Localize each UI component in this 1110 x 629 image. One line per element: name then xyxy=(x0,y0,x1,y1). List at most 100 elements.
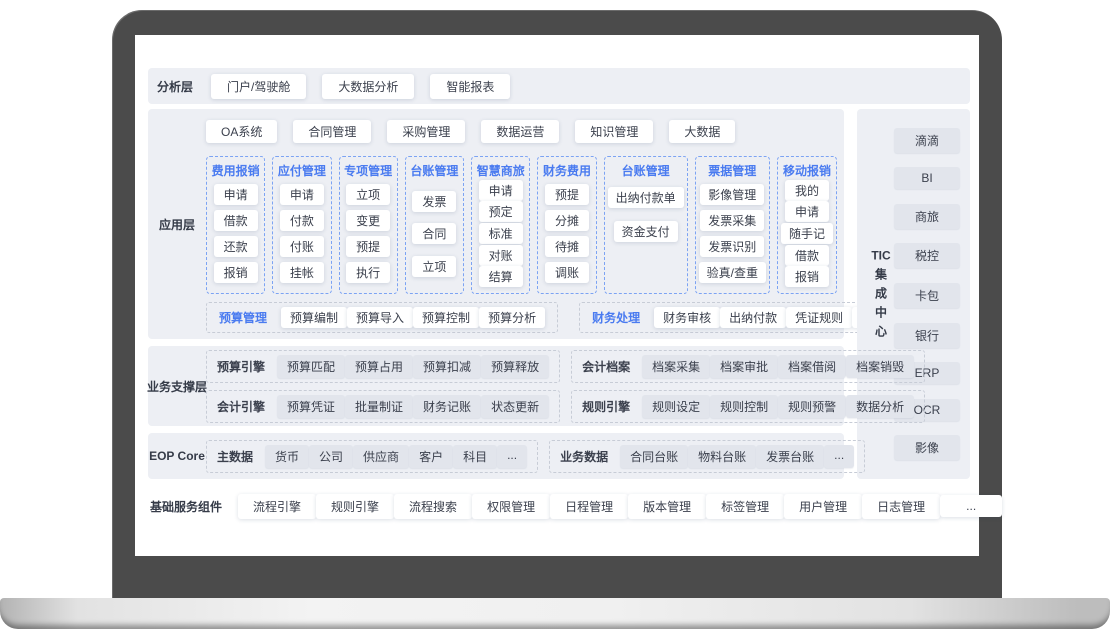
app-column-item-button[interactable]: 还款 xyxy=(214,236,258,257)
app-column-item-button[interactable]: 发票识别 xyxy=(700,236,764,257)
app-column-item-button[interactable]: 立项 xyxy=(412,256,456,277)
app-column-item-button[interactable]: 申请 xyxy=(214,184,258,205)
support-item-button[interactable]: 数据分析 xyxy=(846,395,914,418)
eop-group-title: 业务数据 xyxy=(560,448,608,465)
app-column-item-button[interactable]: 报销 xyxy=(785,266,829,287)
app-column-item-button[interactable]: 合同 xyxy=(412,223,456,244)
support-item-button[interactable]: 预算匹配 xyxy=(277,355,345,378)
app-column-item-button[interactable]: 执行 xyxy=(346,262,390,283)
eop-item-button[interactable]: 科目 xyxy=(453,445,497,468)
integration-item-button[interactable]: 卡包 xyxy=(894,283,960,308)
application-module-button[interactable]: 数据运营 xyxy=(481,120,559,143)
app-column-item-button[interactable]: 申请 xyxy=(479,180,523,201)
app-column-item-button[interactable]: 申请 xyxy=(280,184,324,205)
base-service-button[interactable]: 规则引擎 xyxy=(316,494,394,519)
support-item-button[interactable]: 规则设定 xyxy=(642,395,710,418)
support-item-button[interactable]: 档案审批 xyxy=(710,355,778,378)
app-column-item-button[interactable]: 验真/查重 xyxy=(699,262,766,283)
support-item-button[interactable]: 档案销毁 xyxy=(846,355,914,378)
eop-item-button[interactable]: 发票台账 xyxy=(756,445,824,468)
app-group-item-button[interactable]: 出纳付款 xyxy=(720,307,786,328)
app-column-item-button[interactable]: 预提 xyxy=(545,184,589,205)
app-group-item-button[interactable]: 预算导入 xyxy=(347,307,413,328)
support-item-button[interactable]: 预算释放 xyxy=(481,355,549,378)
app-column-item-button[interactable]: 借款 xyxy=(785,245,829,266)
application-module-button[interactable]: 采购管理 xyxy=(387,120,465,143)
app-column-item-button[interactable]: 资金支付 xyxy=(614,221,678,242)
app-column-item-button[interactable]: 发票采集 xyxy=(700,210,764,231)
app-column-item-button[interactable]: 待摊 xyxy=(545,236,589,257)
base-service-button[interactable]: 日志管理 xyxy=(862,494,940,519)
base-service-button[interactable]: ... xyxy=(940,495,1002,517)
support-item-button[interactable]: 档案借阅 xyxy=(778,355,846,378)
application-module-button[interactable]: 合同管理 xyxy=(293,120,371,143)
app-column-item-button[interactable]: 对账 xyxy=(479,245,523,266)
integration-item-button[interactable]: BI xyxy=(894,167,960,189)
app-column-item-button[interactable]: 出纳付款单 xyxy=(608,187,684,208)
support-item-button[interactable]: 批量制证 xyxy=(345,395,413,418)
app-column-item-button[interactable]: 付款 xyxy=(280,210,324,231)
base-service-button[interactable]: 用户管理 xyxy=(784,494,862,519)
application-module-button[interactable]: 大数据 xyxy=(669,120,735,143)
support-item-button[interactable]: 规则控制 xyxy=(710,395,778,418)
app-column-item-button[interactable]: 借款 xyxy=(214,210,258,231)
eop-item-button[interactable]: 公司 xyxy=(309,445,353,468)
app-column-item-button[interactable]: 预定 xyxy=(479,201,523,222)
support-item-button[interactable]: 状态更新 xyxy=(481,395,549,418)
app-column-item-button[interactable]: 结算 xyxy=(479,266,523,287)
app-column-item-button[interactable]: 随手记 xyxy=(781,223,833,244)
app-column-item-button[interactable]: 立项 xyxy=(346,184,390,205)
integration-item-button[interactable]: 税控 xyxy=(894,243,960,268)
app-group-item-button[interactable]: 预算分析 xyxy=(479,307,545,328)
app-group-item-button[interactable]: 凭证规则 xyxy=(786,307,852,328)
app-group-item-button[interactable]: 预算控制 xyxy=(413,307,479,328)
base-service-button[interactable]: 版本管理 xyxy=(628,494,706,519)
base-service-button[interactable]: 标签管理 xyxy=(706,494,784,519)
base-service-button[interactable]: 流程搜索 xyxy=(394,494,472,519)
app-column-item-button[interactable]: 我的 xyxy=(785,180,829,201)
app-group-item-button[interactable]: 财务审核 xyxy=(654,307,720,328)
application-module-button[interactable]: 知识管理 xyxy=(575,120,653,143)
application-module-button[interactable]: OA系统 xyxy=(206,120,277,143)
app-column-item-button[interactable]: 挂帐 xyxy=(280,262,324,283)
support-item-button[interactable]: 规则预警 xyxy=(778,395,846,418)
analysis-module-button[interactable]: 门户/驾驶舱 xyxy=(211,74,306,99)
integration-item-button[interactable]: 银行 xyxy=(894,323,960,348)
eop-core-label: EOP Core xyxy=(148,433,206,479)
eop-item-button[interactable]: 供应商 xyxy=(353,445,409,468)
support-item-button[interactable]: 预算凭证 xyxy=(277,395,345,418)
base-services-label: 基础服务组件 xyxy=(150,498,222,515)
app-column-item-button[interactable]: 预提 xyxy=(346,236,390,257)
integration-item-button[interactable]: 商旅 xyxy=(894,204,960,229)
support-item-button[interactable]: 财务记账 xyxy=(413,395,481,418)
integration-item-button[interactable]: 滴滴 xyxy=(894,128,960,153)
eop-item-button[interactable]: 客户 xyxy=(409,445,453,468)
app-group-item-button[interactable]: 预算编制 xyxy=(281,307,347,328)
analysis-module-button[interactable]: 大数据分析 xyxy=(322,74,414,99)
eop-item-button[interactable]: 物料台账 xyxy=(688,445,756,468)
integration-center-label-line: 成 xyxy=(865,285,897,304)
app-column-item-button[interactable]: 付账 xyxy=(280,236,324,257)
eop-item-button[interactable]: 合同台账 xyxy=(620,445,688,468)
app-column-item-button[interactable]: 调账 xyxy=(545,262,589,283)
eop-item-button[interactable]: ... xyxy=(824,445,854,468)
app-column-item-button[interactable]: 标准 xyxy=(479,223,523,244)
app-column-item-button[interactable]: 变更 xyxy=(346,210,390,231)
app-column-item-button[interactable]: 分摊 xyxy=(545,210,589,231)
app-column-item-button[interactable]: 发票 xyxy=(412,191,456,212)
eop-item-button[interactable]: 货币 xyxy=(265,445,309,468)
support-item-button[interactable]: 预算占用 xyxy=(345,355,413,378)
base-service-button[interactable]: 日程管理 xyxy=(550,494,628,519)
app-column-item-button[interactable]: 申请 xyxy=(785,201,829,222)
analysis-module-button[interactable]: 智能报表 xyxy=(430,74,510,99)
integration-item-button[interactable]: 影像 xyxy=(894,435,960,460)
app-column-item-button[interactable]: 影像管理 xyxy=(700,184,764,205)
support-item-button[interactable]: 档案采集 xyxy=(642,355,710,378)
base-service-button[interactable]: 流程引擎 xyxy=(238,494,316,519)
eop-item-button[interactable]: ... xyxy=(497,445,527,468)
eop-core-layer: EOP Core 主数据货币公司供应商客户科目...业务数据合同台账物料台账发票… xyxy=(148,433,844,479)
base-service-button[interactable]: 权限管理 xyxy=(472,494,550,519)
app-column-item-button[interactable]: 报销 xyxy=(214,262,258,283)
application-layer-label: 应用层 xyxy=(148,109,206,339)
support-item-button[interactable]: 预算扣减 xyxy=(413,355,481,378)
